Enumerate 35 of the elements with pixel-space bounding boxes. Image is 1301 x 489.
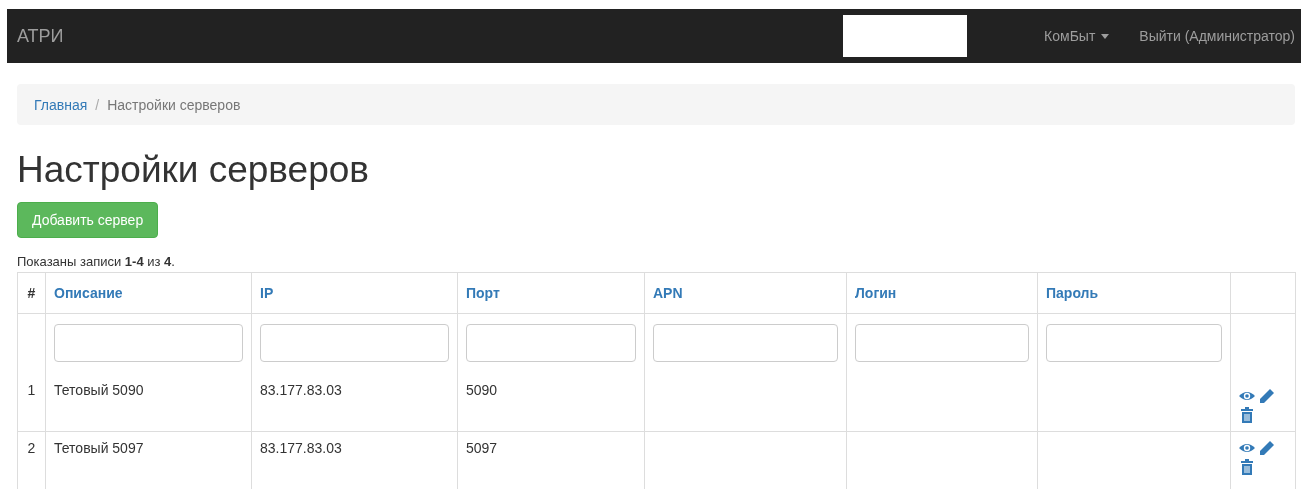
account-dropdown[interactable]: КомБыт	[1044, 28, 1096, 44]
table-cell: Тетовый 5090	[54, 381, 144, 398]
breadcrumb-current: Настройки серверов	[107, 96, 241, 113]
sort-link[interactable]: Описание	[54, 284, 123, 301]
table-cell: Тетовый 5097	[54, 439, 144, 456]
edit-icon[interactable]	[1259, 439, 1275, 456]
sort-link[interactable]: APN	[653, 284, 683, 301]
breadcrumb-link[interactable]: Главная	[34, 96, 88, 113]
delete-icon[interactable]	[1239, 406, 1255, 423]
filter-field[interactable]	[1046, 323, 1222, 362]
records-summary: Показаны записи 1-4 из 4.	[17, 253, 176, 269]
filter-field[interactable]	[466, 323, 636, 362]
brand-name[interactable]: АТРИ	[7, 25, 74, 47]
filter-field[interactable]	[855, 323, 1029, 362]
logout-link[interactable]: Выйти (Администратор)	[1124, 28, 1301, 44]
delete-icon[interactable]	[1239, 458, 1255, 475]
page-title: Настройки серверов	[17, 150, 370, 191]
column-header: #	[27, 284, 36, 301]
table-cell: 83.177.83.03	[260, 381, 342, 398]
sort-link[interactable]: Порт	[466, 284, 500, 301]
sort-link[interactable]: Логин	[855, 284, 897, 301]
sort-link[interactable]: Пароль	[1046, 284, 1099, 301]
row-number: 2	[27, 439, 36, 456]
filter-field[interactable]	[653, 323, 838, 362]
filter-field[interactable]	[260, 323, 449, 362]
table-cell: 5090	[466, 381, 498, 398]
filter-field[interactable]	[54, 323, 243, 362]
table-cell: 5097	[466, 439, 498, 456]
sort-link[interactable]: IP	[260, 284, 274, 301]
row-number: 1	[27, 381, 36, 398]
edit-icon[interactable]	[1259, 387, 1275, 404]
add-server-button[interactable]: Добавить сервер	[17, 201, 159, 238]
breadcrumb-separator: /	[95, 96, 100, 113]
caret-icon[interactable]	[1101, 33, 1110, 39]
table-cell: 83.177.83.03	[260, 439, 342, 456]
